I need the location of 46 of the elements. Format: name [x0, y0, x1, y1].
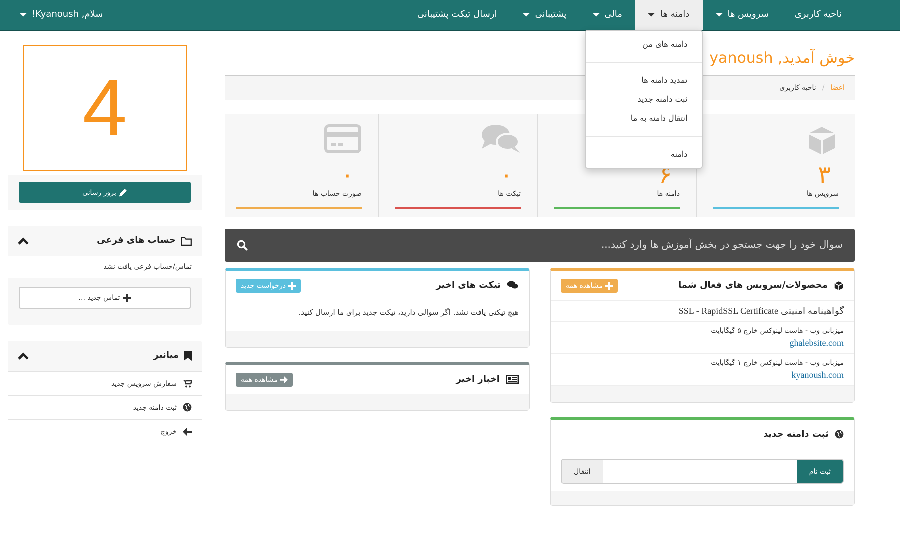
stat-value: ۳ [818, 162, 831, 188]
panel-title: حساب های فرعی [97, 236, 176, 246]
welcome-title: خوش آمدید, yanoush [708, 49, 855, 67]
nav-menu-item[interactable]: ناحیه کاربری [782, 0, 855, 30]
panel-title: میانبر [154, 351, 179, 361]
big-number: 4 [23, 45, 187, 171]
domain-link[interactable]: kyanoush.com [792, 370, 844, 380]
panel-title: تیکت های اخیر [436, 280, 501, 290]
arrow-left-icon [183, 428, 192, 436]
panel-title: محصولات/سرویس های فعال شما [678, 280, 828, 290]
dropdown-item[interactable]: انتقال دامنه به ما [586, 109, 702, 128]
cart-icon [183, 380, 192, 388]
stat-value: ۰ [341, 162, 354, 188]
panel-title: ثبت دامنه جدید [763, 430, 829, 440]
caret-icon [20, 13, 27, 17]
stat-value: ۰ [500, 162, 513, 188]
cube-icon [834, 280, 844, 290]
search-field[interactable]: سوال خود را جهت جستجو در بخش آموزش ها وارد کنید... [225, 229, 855, 262]
bookmark-icon [184, 351, 192, 361]
arrow-right-icon [280, 376, 288, 384]
dropdown-item[interactable]: دامنه های من [586, 35, 702, 54]
panel-title: اخبار اخیر [456, 374, 500, 384]
chevron-up-icon [18, 352, 29, 360]
domain-link[interactable]: ghalebsite.com [790, 338, 844, 348]
chat-bubbles-icon [481, 124, 521, 154]
dropdown-item[interactable]: دامنه [586, 145, 702, 164]
nav-menu-item[interactable]: ارسال تیکت پشتیبانی [404, 0, 510, 30]
plus-icon [123, 294, 132, 302]
plus-icon [288, 282, 296, 290]
globe-icon [835, 430, 844, 439]
chevron-up-icon [18, 237, 29, 245]
pencil-icon [119, 188, 128, 196]
dropdown-item[interactable]: تمدید دامنه ها [586, 71, 702, 90]
product-name: گواهینامه امنیتی SSL - RapidSSL Certificate [678, 306, 844, 316]
nav-menu-item[interactable]: سرویس ها [702, 0, 782, 30]
newspaper-icon [506, 375, 519, 384]
nav-menu-item[interactable]: مالی [580, 0, 636, 30]
globe-icon [183, 403, 192, 412]
chat-bubbles-icon [507, 281, 519, 290]
folder-icon [181, 236, 192, 246]
user-menu[interactable]: سلام, Kyanoush! [20, 0, 104, 30]
credit-card-icon [324, 124, 362, 154]
search-icon [237, 240, 248, 251]
plus-icon [604, 282, 613, 290]
nav-menu-item[interactable]: پشتیبانی [510, 0, 580, 30]
dropdown-item[interactable]: ثبت دامنه جدید [586, 90, 702, 109]
